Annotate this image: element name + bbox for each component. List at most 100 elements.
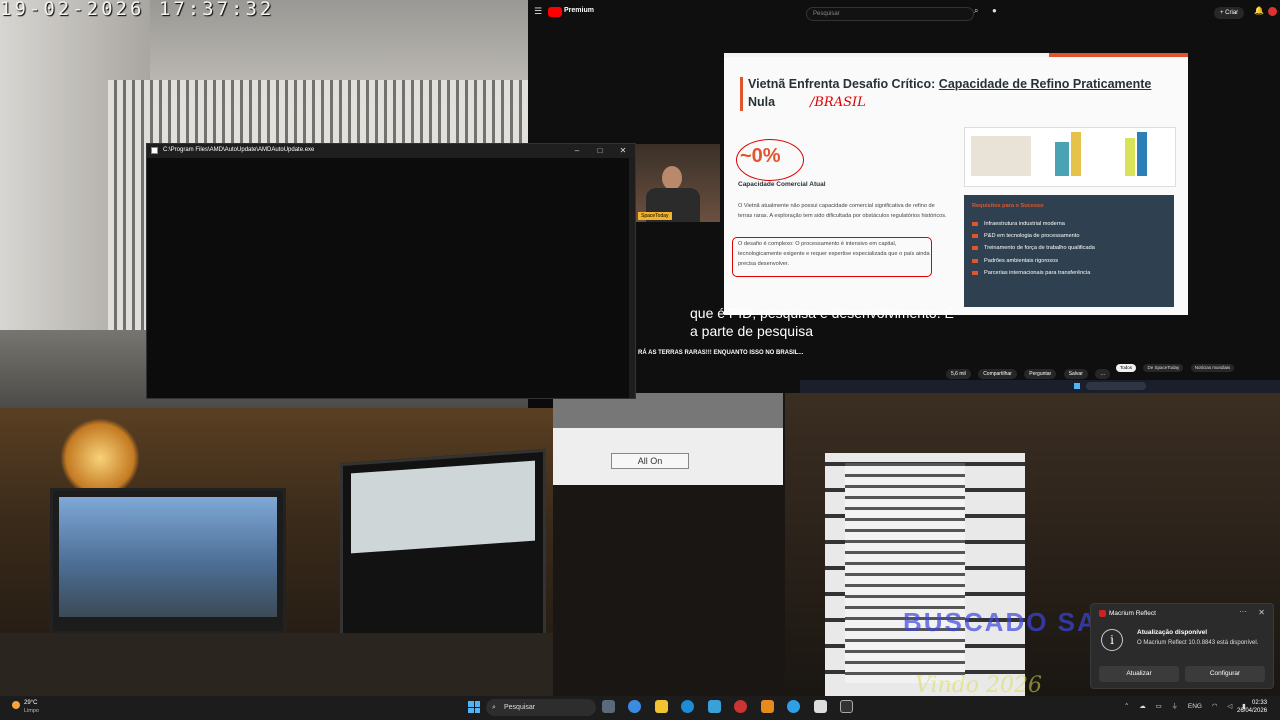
panel-item: P&D em tecnologia de processamento: [972, 233, 1079, 239]
panel-item: Infraestrutura industrial moderna: [972, 221, 1065, 227]
handwritten-annotation: /BRASIL: [810, 95, 866, 110]
system-tray: ⌃ ☁ ▭ ⏚ ENG ◠ ◁ ▮: [1124, 700, 1254, 710]
configure-button[interactable]: Configurar: [1185, 666, 1265, 682]
notification-body: O Macrium Reflect 10.0.8843 está disponí…: [1137, 640, 1259, 646]
maximize-button[interactable]: □: [590, 145, 610, 157]
channel-tag: SpaceToday: [638, 212, 672, 220]
amd-icon[interactable]: [840, 700, 854, 713]
notification-app-name: Macrium Reflect: [1109, 610, 1156, 617]
gate: [845, 463, 965, 683]
video-actions: 5,6 mil Compartilhar Perguntar Salvar …: [946, 362, 1113, 380]
console-title: C:\Program Files\AMD\AutoUpdate\AMDAutoU…: [163, 147, 315, 153]
like-button[interactable]: 5,6 mil: [946, 369, 971, 379]
panel-item: Parcerias internacionais para transferên…: [972, 270, 1090, 276]
capture-control-panel: All On: [553, 393, 783, 485]
info-icon: i: [1101, 629, 1123, 651]
percent-value: ~0%: [740, 145, 781, 167]
console-scrollbar[interactable]: [629, 158, 635, 398]
taskbar-clock[interactable]: 02:33 26/04/2026: [1237, 699, 1267, 715]
requirements-panel: Requisitos para o Sucesso Infraestrutura…: [964, 195, 1174, 307]
update-button[interactable]: Atualizar: [1099, 666, 1179, 682]
app-icon[interactable]: [813, 700, 827, 713]
capture-panel: All On: [553, 393, 785, 696]
slide-caption: Capacidade Comercial Atual: [738, 181, 826, 188]
slide-charts-image: [964, 127, 1176, 187]
search-icon: ⌕: [492, 704, 496, 711]
app-icon[interactable]: [734, 700, 748, 713]
chip-world-news[interactable]: Notícias mundiais: [1190, 364, 1235, 372]
save-button[interactable]: Salvar: [1063, 369, 1088, 379]
language-indicator[interactable]: ENG: [1188, 703, 1202, 710]
menu-icon[interactable]: ☰: [534, 6, 542, 17]
camera-feed-bottom-left: [0, 408, 553, 696]
youtube-top-bar: ☰ Premium Pesquisar ⌕ ● + Criar 🔔: [528, 0, 1280, 24]
chrome-icon[interactable]: [628, 700, 642, 713]
cloud-icon[interactable]: ☁: [1139, 703, 1146, 710]
console-window[interactable]: C:\Program Files\AMD\AutoUpdate\AMDAutoU…: [146, 143, 636, 399]
presentation-slide: Vietnã Enfrenta Desafio Crítico: Capacid…: [724, 53, 1188, 315]
edge-icon[interactable]: [681, 700, 695, 713]
all-on-button[interactable]: All On: [611, 453, 689, 469]
camera-timestamp: 19-02-2026 17:37:32: [0, 0, 275, 20]
search-icon[interactable]: ⌕: [974, 6, 978, 16]
volume-icon[interactable]: ◁: [1227, 703, 1232, 710]
chevron-up-icon[interactable]: ⌃: [1124, 703, 1129, 710]
wifi-icon[interactable]: ◠: [1212, 703, 1218, 710]
taskbar-search[interactable]: ⌕ Pesquisar: [486, 699, 596, 716]
related-filter-chips: Todos De SpaceToday Notícias mundiais: [1116, 356, 1237, 374]
minimize-button[interactable]: –: [567, 145, 587, 157]
clock-time: 02:33: [1252, 700, 1268, 706]
start-button[interactable]: [468, 701, 480, 713]
watermark-text: BUSCADO SAL: [903, 607, 1116, 637]
video-subtitles: que é PID, pesquisa e desenvolvimento. É…: [690, 305, 954, 339]
chip-all[interactable]: Todos: [1116, 364, 1137, 372]
usb-icon[interactable]: ⏚: [1172, 703, 1179, 710]
vlc-icon[interactable]: [760, 700, 774, 713]
weather-temperature: 29°C: [24, 700, 38, 706]
console-title-bar[interactable]: C:\Program Files\AMD\AutoUpdate\AMDAutoU…: [147, 144, 635, 158]
ask-button[interactable]: Perguntar: [1024, 369, 1057, 379]
watermark-text: Vindo 2026: [915, 673, 1043, 696]
avatar[interactable]: [1268, 7, 1277, 16]
share-button[interactable]: Compartilhar: [978, 369, 1017, 379]
monitor: [50, 488, 286, 634]
notification-title: Atualização disponível: [1137, 629, 1208, 636]
youtube-screen: ☰ Premium Pesquisar ⌕ ● + Criar 🔔 Vietnã…: [528, 0, 1280, 393]
panel-heading: Requisitos para o Sucesso: [972, 203, 1044, 209]
notification-toast[interactable]: Macrium Reflect ··· ✕ i Atualização disp…: [1090, 603, 1274, 689]
video-title[interactable]: RÁ AS TERRAS RARAS!!! ENQUANTO ISSO NO B…: [638, 350, 803, 356]
close-icon[interactable]: ✕: [1258, 608, 1265, 617]
more-button[interactable]: …: [1095, 369, 1111, 379]
weather-condition: Limpo: [24, 708, 39, 714]
youtube-logo-icon[interactable]: [548, 7, 562, 17]
premium-label: Premium: [564, 7, 594, 14]
bell-icon[interactable]: 🔔: [1254, 6, 1264, 15]
taskbar-apps: [602, 700, 862, 718]
close-button[interactable]: ✕: [613, 145, 633, 157]
more-options-icon[interactable]: ···: [1239, 607, 1247, 616]
youtube-search-input[interactable]: Pesquisar: [806, 7, 974, 21]
slide-body: O Vietnã atualmente não possui capacidad…: [738, 203, 947, 219]
console-app-icon: [151, 147, 158, 154]
chip-channel[interactable]: De SpaceToday: [1143, 364, 1184, 372]
taskbar: 29°C Limpo ⌕ Pesquisar ⌃ ☁ ▭ ⏚ ENG ◠ ◁ ▮…: [0, 696, 1280, 720]
network-icon[interactable]: ▭: [1156, 703, 1162, 710]
inner-taskbar: [800, 380, 1280, 393]
desk: [0, 633, 553, 696]
panel-item: Treinamento de força de trabalho qualifi…: [972, 245, 1095, 251]
task-view-icon[interactable]: [602, 700, 615, 713]
browser-icon[interactable]: [787, 700, 801, 713]
presenter-face: [662, 166, 682, 190]
macrium-icon: [1099, 610, 1106, 617]
file-explorer-icon[interactable]: [654, 700, 668, 713]
lamp: [60, 418, 140, 498]
taskbar-search-label: Pesquisar: [504, 704, 536, 711]
annotation-box: [732, 237, 932, 277]
panel-item: Padrões ambientais rigorosos: [972, 258, 1058, 264]
store-icon[interactable]: [707, 700, 721, 713]
presenter-webcam: SpaceToday: [636, 144, 720, 222]
clock-date: 26/04/2026: [1237, 708, 1268, 714]
weather-sun-icon: [12, 701, 20, 709]
microphone-icon[interactable]: ●: [992, 6, 997, 15]
create-button[interactable]: + Criar: [1214, 7, 1245, 19]
